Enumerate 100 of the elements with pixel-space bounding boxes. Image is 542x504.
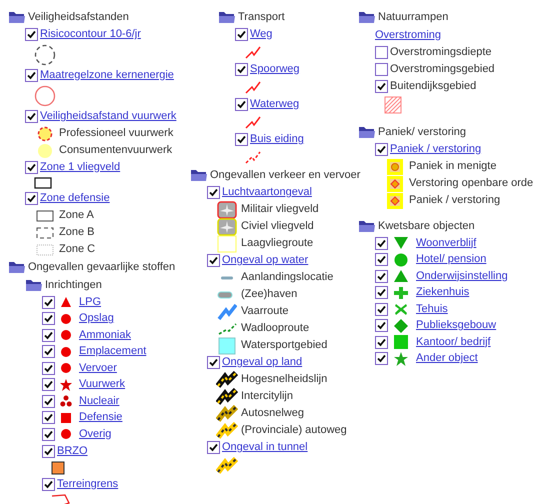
cross-icon [393, 302, 409, 316]
legend-label: Wadlooproute [241, 323, 310, 334]
layer-link[interactable]: Onderwijsinstelling [416, 270, 508, 282]
layer-link[interactable]: Ongeval in tunnel [222, 442, 308, 453]
layer-link[interactable]: Maatregelzone kernenergie [40, 70, 174, 81]
layer-link[interactable]: Risicocontour 10-6/jr [40, 29, 141, 40]
layer-link[interactable]: Veiligheidsafstand vuurwerk [40, 111, 176, 122]
dashed-zigzag-icon [244, 149, 262, 165]
layer-label: Overstromingsdiepte [390, 47, 492, 58]
layer-link[interactable]: Tehuis [416, 304, 448, 315]
hatched-square-icon [384, 96, 402, 114]
checkbox[interactable] [375, 352, 388, 366]
checkbox[interactable] [207, 356, 220, 369]
legend-label: Aanlandingslocatie [241, 272, 334, 283]
layer-link[interactable]: Ammoniak [79, 330, 131, 341]
layer-link[interactable]: Kantoor/ bedrijf [416, 336, 491, 348]
layer-link[interactable]: Overig [79, 428, 112, 440]
layer-link[interactable]: Zone 1 vliegveld [40, 162, 120, 173]
checkbox[interactable] [375, 302, 388, 316]
legend-label: Zone A [59, 210, 94, 221]
legend-label: Vaarroute [241, 306, 288, 317]
checkbox[interactable] [235, 133, 248, 146]
trefoil-icon [60, 395, 72, 408]
checkbox[interactable] [42, 312, 55, 326]
layer-link[interactable]: Terreingrens [57, 478, 118, 490]
checkbox[interactable] [207, 186, 220, 199]
folder-icon [190, 168, 208, 182]
zigzag-line-icon [217, 302, 237, 320]
checkbox[interactable] [42, 411, 55, 424]
checkbox[interactable] [375, 143, 388, 156]
layer-link[interactable]: Hotel/ pension [416, 254, 486, 266]
layer-link[interactable]: Nucleair [79, 396, 120, 407]
layer-link[interactable]: Vervoer [79, 362, 117, 374]
checkbox[interactable] [375, 336, 388, 349]
checkbox[interactable] [25, 161, 38, 174]
layer-link[interactable]: Ongeval op water [222, 255, 308, 266]
checkbox[interactable] [42, 328, 55, 342]
checkbox[interactable] [42, 362, 55, 375]
triangle-icon [60, 296, 72, 308]
checkbox[interactable] [25, 69, 38, 82]
checkbox[interactable] [42, 394, 55, 408]
legend-label: Hogesnelheidslijn [241, 374, 328, 385]
railway-icon [216, 388, 238, 406]
legend-label: Verstoring openbare orde [409, 178, 534, 189]
checkbox[interactable] [235, 98, 248, 111]
diamond-icon [393, 318, 409, 333]
checkbox[interactable] [375, 63, 388, 76]
checkbox[interactable] [375, 253, 388, 266]
layer-link[interactable]: Defensie [79, 412, 122, 424]
layer-link[interactable]: Luchtvaartongeval [222, 187, 312, 198]
folder-icon [8, 260, 26, 274]
layer-link[interactable]: Publieksgebouw [416, 320, 496, 332]
folder-label: Kwetsbare objecten [378, 220, 475, 232]
checkbox[interactable] [375, 319, 388, 332]
layer-link[interactable]: Emplacement [79, 346, 146, 358]
layer-link[interactable]: Vuurwerk [79, 379, 126, 390]
layer-link[interactable]: Spoorweg [250, 64, 300, 75]
layer-link[interactable]: Overstroming [375, 30, 442, 40]
circle-icon [60, 428, 72, 440]
checkbox[interactable] [235, 28, 248, 41]
layer-link[interactable]: LPG [79, 296, 102, 308]
layer-link[interactable]: Ziekenhuis [416, 287, 470, 298]
layer-link[interactable]: Opslag [79, 313, 114, 324]
layer-link[interactable]: Woonverblijf [416, 238, 476, 249]
checkbox[interactable] [207, 254, 220, 267]
checkbox[interactable] [375, 46, 388, 59]
legend-label: Professioneel vuurwerk [59, 128, 174, 139]
checkbox[interactable] [42, 296, 55, 309]
checkbox[interactable] [42, 478, 55, 490]
square-icon [393, 335, 409, 350]
square-icon [60, 412, 72, 424]
checkbox[interactable] [375, 270, 388, 283]
layer-link[interactable]: Ongeval op land [222, 357, 302, 368]
checkbox[interactable] [25, 110, 38, 123]
checkbox[interactable] [42, 345, 55, 358]
rectangle-outline-icon [217, 234, 237, 252]
checkbox[interactable] [375, 236, 388, 250]
legend-label: Zone B [59, 227, 94, 238]
checkbox[interactable] [42, 428, 55, 441]
checkbox[interactable] [42, 378, 55, 392]
layer-link[interactable]: Paniek / verstoring [390, 144, 482, 155]
folder-icon [218, 10, 236, 24]
checkbox[interactable] [207, 441, 220, 454]
layer-link[interactable]: Weg [250, 29, 272, 40]
checkbox[interactable] [235, 63, 248, 76]
checkbox[interactable] [25, 28, 38, 41]
checkbox[interactable] [25, 192, 38, 205]
checkbox[interactable] [375, 80, 388, 93]
layer-link[interactable]: Ander object [416, 353, 478, 364]
checkbox[interactable] [375, 286, 388, 300]
crowd-panic-icon [387, 158, 403, 174]
layer-link[interactable]: Waterweg [250, 99, 300, 110]
checkbox[interactable] [42, 444, 55, 458]
legend-label: Watersportgebied [241, 340, 328, 351]
layer-link[interactable]: Zone defensie [40, 193, 110, 204]
layer-link[interactable]: BRZO [57, 446, 88, 456]
layer-link[interactable]: Buis eiding [250, 134, 304, 145]
star-icon [393, 352, 409, 366]
circle-icon [393, 252, 409, 267]
legend-label: Consumentenvuurwerk [59, 145, 172, 156]
